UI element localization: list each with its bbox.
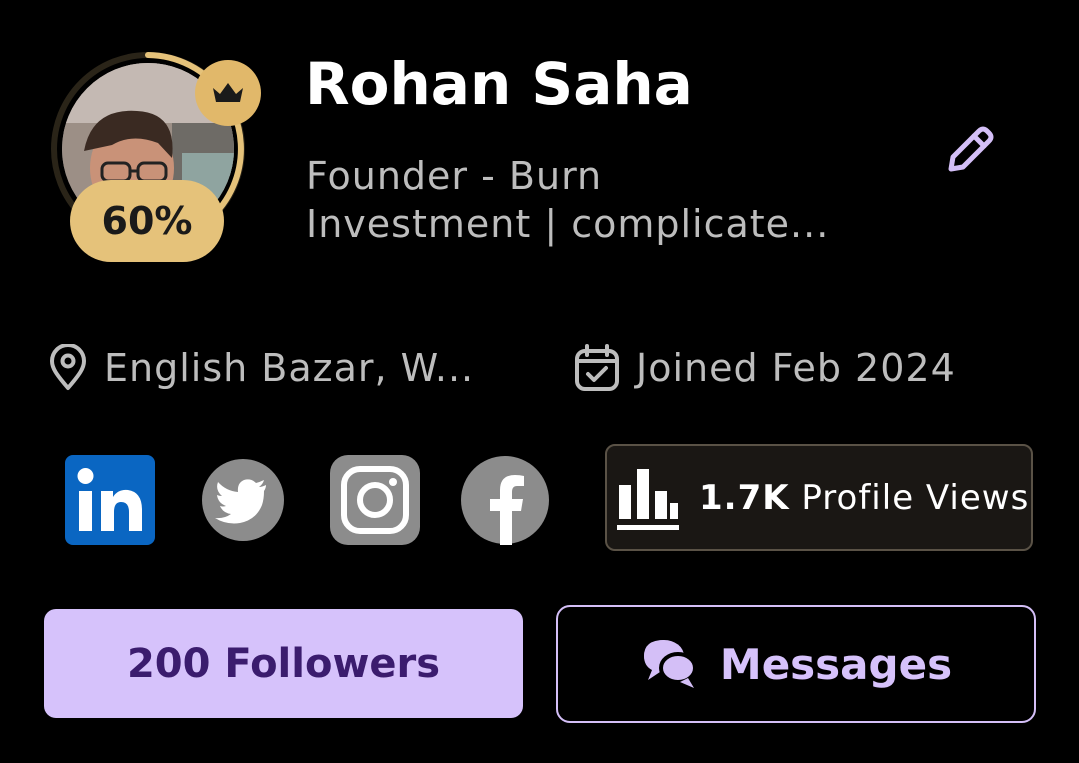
messages-label: Messages [719, 639, 953, 689]
pencil-icon [948, 126, 994, 172]
profile-views-count: 1.7K [699, 477, 790, 518]
crown-badge [195, 60, 261, 126]
instagram-icon[interactable] [330, 455, 420, 545]
profile-location: English Bazar, W... [46, 340, 474, 396]
crown-icon [213, 83, 243, 102]
joined-text: Joined Feb 2024 [636, 346, 956, 390]
linkedin-icon[interactable] [65, 455, 155, 545]
profile-views-text: 1.7K Profile Views [699, 478, 1029, 518]
edit-profile-button[interactable] [940, 118, 1002, 180]
twitter-icon[interactable] [198, 455, 288, 545]
headline-line-2: Investment | complicate... [306, 202, 830, 246]
profile-joined-date: Joined Feb 2024 [572, 340, 956, 396]
profile-completion-value: 60% [101, 199, 193, 243]
profile-completion-badge: 60% [70, 180, 224, 262]
profile-headline: Founder - Burn Investment | complicate..… [306, 152, 886, 248]
profile-views-label: Profile Views [801, 477, 1030, 518]
location-text: English Bazar, W... [104, 346, 475, 390]
calendar-check-icon [572, 343, 622, 393]
facebook-icon[interactable] [460, 455, 550, 545]
map-pin-icon [46, 344, 90, 392]
headline-line-1: Founder - Burn [306, 154, 603, 198]
profile-name: Rohan Saha [305, 50, 693, 118]
profile-avatar-group[interactable]: 60% [50, 45, 261, 265]
profile-views-card[interactable]: 1.7K Profile Views [605, 444, 1033, 551]
messages-button[interactable]: Messages [556, 605, 1036, 723]
bar-chart-icon [617, 468, 679, 530]
chat-bubbles-icon [640, 636, 700, 692]
followers-button[interactable]: 200 Followers [44, 609, 523, 718]
